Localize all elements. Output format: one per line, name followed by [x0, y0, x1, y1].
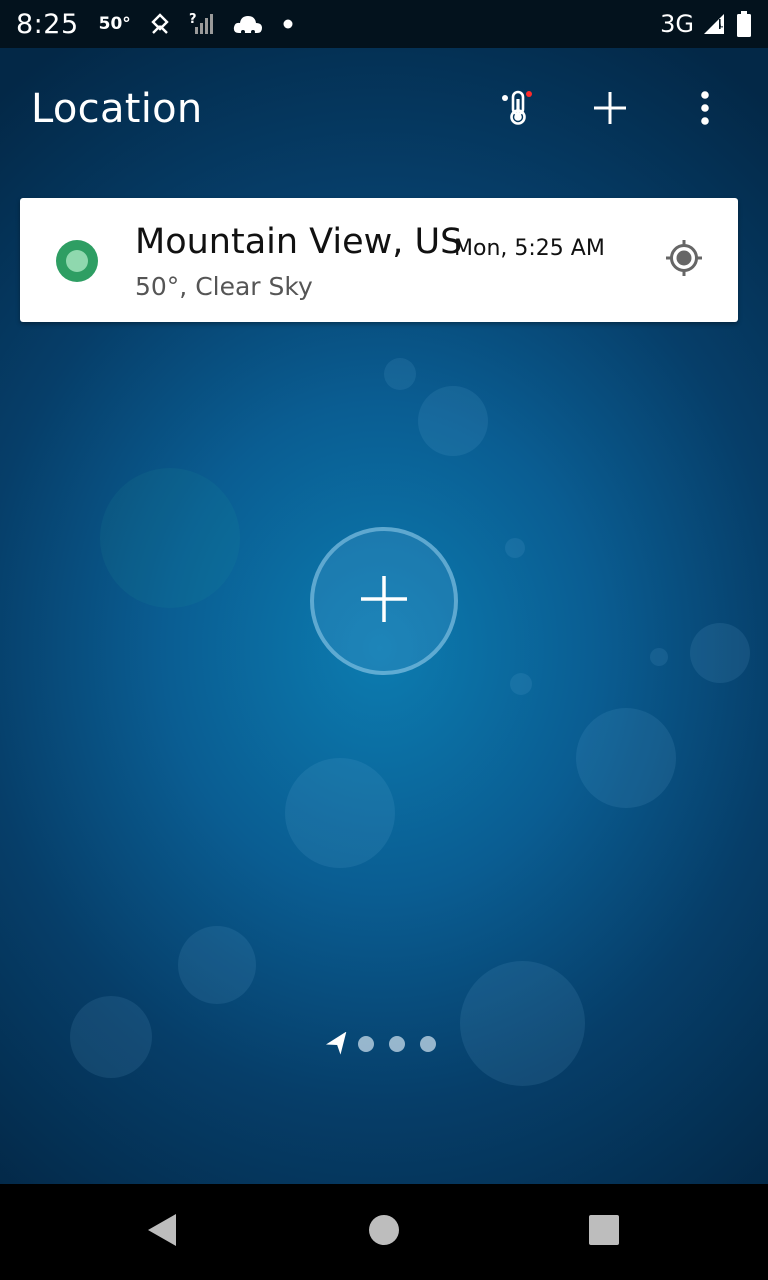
bokeh-light — [510, 673, 532, 695]
bokeh-light — [178, 926, 256, 1004]
home-button[interactable] — [352, 1200, 416, 1264]
page-title: Location — [31, 86, 203, 132]
thermometer-button[interactable] — [493, 86, 541, 134]
overflow-menu-button[interactable] — [681, 86, 729, 134]
bokeh-light — [505, 538, 525, 558]
page-dot[interactable] — [420, 1036, 436, 1052]
bokeh-light — [70, 996, 152, 1078]
add-location-button[interactable] — [310, 527, 458, 675]
location-status-dot — [56, 240, 98, 282]
location-city: Mountain View, US — [135, 222, 463, 262]
thermometer-icon — [501, 89, 533, 132]
plus-icon — [359, 574, 409, 629]
status-temperature: 50° — [98, 14, 131, 34]
recents-icon — [588, 1214, 620, 1251]
page-dot[interactable] — [358, 1036, 374, 1052]
bokeh-light — [650, 648, 668, 666]
home-icon — [368, 1214, 400, 1251]
svg-text:!: ! — [719, 16, 726, 34]
bokeh-light — [285, 758, 395, 868]
more-vert-icon — [700, 90, 710, 130]
bokeh-light — [384, 358, 416, 390]
gps-button[interactable] — [662, 238, 706, 282]
bokeh-light — [100, 468, 240, 608]
status-bar: 8:25 50° ? 3G ! — [0, 0, 768, 48]
location-conditions: 50°, Clear Sky — [135, 272, 313, 301]
plus-icon — [593, 91, 627, 130]
bokeh-light — [460, 961, 585, 1086]
location-card[interactable]: Mountain View, US Mon, 5:25 AM 50°, Clea… — [20, 198, 738, 322]
bokeh-light — [418, 386, 488, 456]
svg-text:?: ? — [189, 12, 197, 27]
cloud-icon — [233, 13, 263, 35]
gps-fixed-icon — [665, 239, 703, 282]
battery-icon — [736, 11, 752, 37]
screen: 8:25 50° ? 3G ! Location Mountain View, … — [0, 0, 768, 1280]
page-dot[interactable] — [389, 1036, 405, 1052]
notification-dot-icon — [283, 19, 293, 29]
bokeh-light — [690, 623, 750, 683]
bokeh-light — [576, 708, 676, 808]
location-datetime: Mon, 5:25 AM — [454, 236, 605, 261]
no-signal-icon: ? — [189, 12, 213, 36]
signal-icon: ! — [702, 12, 728, 36]
navigation-arrow-icon[interactable] — [324, 1031, 350, 1057]
back-button[interactable] — [130, 1200, 194, 1264]
location-pin-icon — [151, 13, 169, 35]
status-time: 8:25 — [16, 8, 79, 40]
network-type: 3G — [660, 10, 694, 38]
page-indicator — [324, 1030, 451, 1058]
add-location-toolbar-button[interactable] — [586, 86, 634, 134]
back-icon — [146, 1213, 178, 1252]
recents-button[interactable] — [572, 1200, 636, 1264]
navigation-bar — [0, 1184, 768, 1280]
